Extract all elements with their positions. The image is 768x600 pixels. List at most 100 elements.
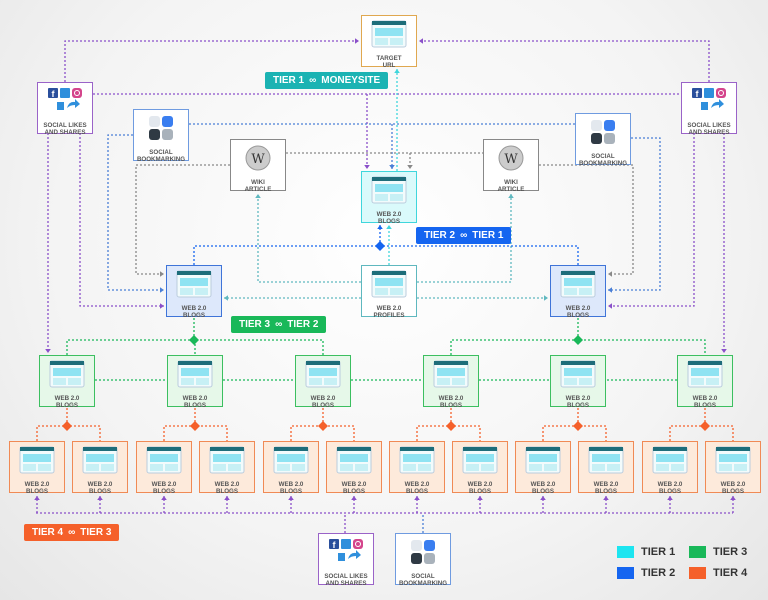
node-t3-1: WEB 2.0 BLOGS bbox=[39, 355, 95, 409]
node-label-line: BOOKMARKING bbox=[136, 156, 186, 163]
node-label-line: BLOGS bbox=[377, 218, 400, 225]
link-icon: ∞ bbox=[309, 75, 317, 86]
junction-diamond bbox=[375, 241, 385, 251]
node-label: SOCIAL BOOKMARKING bbox=[399, 573, 447, 587]
arrowhead bbox=[224, 496, 230, 500]
node-t3-6: WEB 2.0 BLOGS bbox=[677, 355, 733, 409]
arrowhead bbox=[414, 496, 420, 500]
arrowhead bbox=[161, 496, 167, 500]
arrowhead bbox=[540, 496, 546, 500]
arrowhead bbox=[34, 496, 40, 500]
node-label: WEB 2.0 BLOGS bbox=[342, 481, 367, 495]
arrowhead bbox=[160, 271, 164, 277]
node-label-line: BLOGS bbox=[566, 312, 589, 319]
node-label-line: BOOKMARKING bbox=[398, 580, 448, 587]
node-label-line: WEB 2.0 bbox=[376, 211, 402, 218]
node-t2-blog-left: WEB 2.0 BLOGS bbox=[166, 265, 222, 319]
legend-label: TIER 4 bbox=[713, 567, 748, 579]
webpage-icon bbox=[560, 360, 596, 393]
node-social-left: f SOCIAL LIKES AND SHARES bbox=[37, 82, 93, 136]
node-label: WEB 2.0 BLOGS bbox=[182, 305, 207, 319]
node-label-line: BLOGS bbox=[594, 488, 617, 495]
svg-text:W: W bbox=[504, 152, 518, 167]
node-label: WEB 2.0 BLOGS bbox=[183, 395, 208, 409]
webpage-icon bbox=[371, 176, 407, 209]
node-label-line: BLOGS bbox=[342, 488, 365, 495]
node-label-line: WEB 2.0 bbox=[657, 481, 683, 488]
wikipedia-icon: W bbox=[497, 144, 525, 177]
node-label-line: BLOGS bbox=[279, 488, 302, 495]
node-t4-7: WEB 2.0 BLOGS bbox=[389, 441, 445, 495]
arrowhead bbox=[355, 38, 359, 44]
legend-label: TIER 1 bbox=[641, 546, 676, 558]
node-label: WEB 2.0 BLOGS bbox=[152, 481, 177, 495]
junction-diamond bbox=[573, 335, 583, 345]
node-label-line: SOCIAL LIKES bbox=[324, 573, 368, 580]
bookmarking-icon bbox=[147, 114, 175, 147]
legend-item: TIER 2 bbox=[617, 567, 689, 579]
node-label-line: BLOGS bbox=[182, 312, 205, 319]
webpage-icon bbox=[525, 446, 561, 479]
node-t2-profiles: WEB 2.0 PROFILES bbox=[361, 265, 417, 319]
node-t3-3: WEB 2.0 BLOGS bbox=[295, 355, 351, 409]
node-label-line: WEB 2.0 bbox=[181, 305, 207, 312]
node-label-line: BLOGS bbox=[468, 488, 491, 495]
link-icon: ∞ bbox=[275, 319, 283, 330]
node-label-line: AND SHARES bbox=[688, 129, 730, 136]
node-t1-blog: WEB 2.0 BLOGS bbox=[361, 171, 417, 225]
social-icon: f bbox=[689, 87, 729, 120]
node-t4-10: WEB 2.0 BLOGS bbox=[578, 441, 634, 495]
node-social-right: f SOCIAL LIKES AND SHARES bbox=[681, 82, 737, 136]
node-t4-9: WEB 2.0 BLOGS bbox=[515, 441, 571, 495]
badge-left-text: TIER 3 bbox=[239, 319, 271, 330]
node-label-line: BLOGS bbox=[25, 488, 48, 495]
legend-item: TIER 1 bbox=[617, 546, 689, 558]
node-wiki-left: W WIKI ARTICLE bbox=[230, 139, 286, 193]
profiles-to-wiki-line bbox=[257, 194, 361, 283]
tier4-tier3-badge: TIER 4 ∞ TIER 3 bbox=[24, 524, 120, 541]
arrowhead bbox=[603, 496, 609, 500]
node-bookmark-bottom: SOCIAL BOOKMARKING bbox=[395, 533, 451, 587]
node-label: WEB 2.0 BLOGS bbox=[439, 395, 464, 409]
wiki-to-tier2-line bbox=[135, 164, 230, 275]
node-label-line: WEB 2.0 bbox=[54, 395, 80, 402]
legend-label: TIER 3 bbox=[713, 546, 748, 558]
node-label-line: BLOGS bbox=[658, 488, 681, 495]
wikipedia-icon: W bbox=[244, 144, 272, 177]
arrowhead bbox=[667, 496, 673, 500]
node-label-line: AND SHARES bbox=[325, 580, 367, 587]
arrowhead bbox=[224, 295, 228, 301]
node-label-line: WEB 2.0 bbox=[593, 481, 619, 488]
webpage-icon bbox=[433, 360, 469, 393]
badge-right-text: TIER 3 bbox=[80, 527, 112, 538]
junction-diamond bbox=[446, 421, 456, 431]
node-label-line: WEB 2.0 bbox=[692, 395, 718, 402]
webpage-icon bbox=[82, 446, 118, 479]
webpage-icon bbox=[209, 446, 245, 479]
node-label: WEB 2.0 BLOGS bbox=[658, 481, 683, 495]
node-label: WEB 2.0 BLOGS bbox=[594, 481, 619, 495]
arrowhead bbox=[160, 287, 164, 293]
bookmarking-icon bbox=[409, 538, 437, 571]
webpage-icon bbox=[177, 360, 213, 393]
webpage-icon bbox=[371, 20, 407, 53]
node-label-line: BLOGS bbox=[721, 488, 744, 495]
legend-swatch bbox=[617, 567, 634, 579]
tier3-tier2-badge: TIER 3 ∞ TIER 2 bbox=[231, 316, 327, 333]
arrowhead bbox=[288, 496, 294, 500]
legend-swatch bbox=[689, 546, 706, 558]
node-social-bottom: f SOCIAL LIKES AND SHARES bbox=[318, 533, 374, 587]
node-label-line: WEB 2.0 bbox=[530, 481, 556, 488]
node-label-line: WEB 2.0 bbox=[404, 481, 430, 488]
node-label-line: BOOKMARKING bbox=[578, 160, 628, 167]
node-label-line: WEB 2.0 bbox=[565, 395, 591, 402]
arrowhead bbox=[477, 496, 483, 500]
node-label-line: BLOGS bbox=[55, 402, 78, 409]
webpage-icon bbox=[176, 270, 212, 303]
junction-diamond bbox=[189, 335, 199, 345]
arrowhead bbox=[544, 295, 548, 301]
legend-label: TIER 2 bbox=[641, 567, 676, 579]
node-label: WEB 2.0 BLOGS bbox=[55, 395, 80, 409]
junction-diamond bbox=[62, 421, 72, 431]
node-label-line: WEB 2.0 bbox=[467, 481, 493, 488]
